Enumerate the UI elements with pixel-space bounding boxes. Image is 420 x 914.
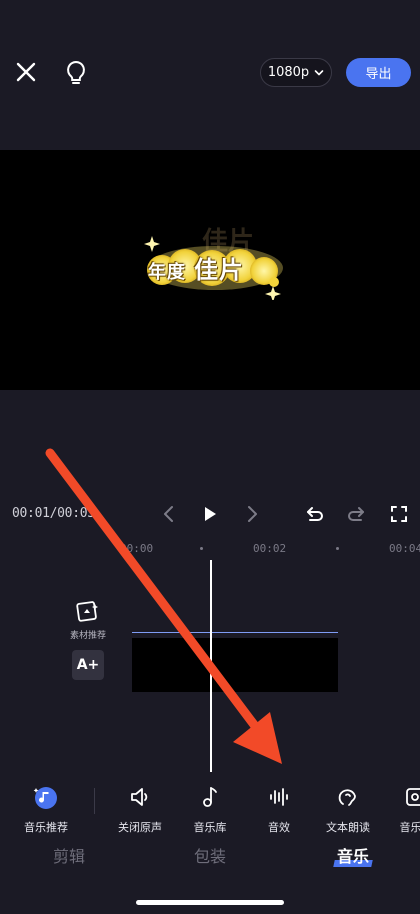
sound-wave-icon: [270, 788, 288, 806]
add-text-button[interactable]: A+: [72, 650, 104, 680]
redo-icon[interactable]: [345, 503, 367, 525]
music-note-icon: [203, 787, 217, 807]
material-recommend-button[interactable]: 素材推荐: [66, 598, 110, 641]
resolution-label: 1080p: [267, 65, 310, 80]
chevron-left-icon[interactable]: [158, 503, 180, 525]
sticker-text-b: 佳片: [194, 256, 244, 284]
music-recommend-icon: [33, 787, 57, 809]
ruler-tick-1: 00:02: [253, 542, 287, 555]
extract-audio-icon: [406, 788, 420, 806]
tab-package[interactable]: 包装: [194, 843, 226, 867]
add-text-label: A+: [76, 657, 100, 673]
speaker-mute-icon: [131, 788, 148, 806]
title-sticker[interactable]: 佳片 年度 佳片: [140, 220, 290, 300]
ruler-dot: [336, 547, 339, 550]
photo-stack-icon: [76, 601, 98, 622]
export-button[interactable]: 导出: [346, 58, 411, 87]
lightbulb-icon[interactable]: [60, 56, 92, 88]
tab-music[interactable]: 音乐: [337, 843, 369, 867]
ruler-dot: [200, 547, 203, 550]
text-to-speech-icon: [338, 789, 356, 806]
home-indicator: [136, 900, 284, 905]
time-readout: 00:01/00:03: [12, 506, 95, 521]
play-icon[interactable]: [199, 503, 221, 525]
material-recommend-label: 素材推荐: [69, 631, 106, 641]
audio-track-line: [132, 632, 338, 633]
ruler-tick-0: 00:00: [120, 542, 154, 555]
tool-label: 音乐提: [399, 821, 420, 834]
chevron-down-icon: [314, 69, 324, 75]
tool-music-recommend[interactable]: 音乐推荐: [4, 784, 88, 835]
chevron-right-icon[interactable]: [241, 503, 263, 525]
ruler-tick-2: 00:04: [389, 542, 420, 555]
tool-label: 音乐推荐: [24, 821, 68, 834]
close-icon[interactable]: [12, 58, 40, 86]
sticker-text-a: 年度: [148, 262, 186, 283]
tab-edit[interactable]: 剪辑: [53, 843, 85, 867]
resolution-dropdown[interactable]: 1080p: [260, 58, 332, 87]
playhead[interactable]: [210, 560, 212, 772]
export-label: 导出: [365, 67, 392, 82]
toolbar-divider: [94, 788, 95, 814]
video-clip[interactable]: [132, 638, 338, 692]
undo-icon[interactable]: [304, 503, 326, 525]
fullscreen-icon[interactable]: [388, 503, 410, 525]
sticker-text: 年度 佳片: [148, 250, 244, 285]
tool-extract-music[interactable]: 音乐提: [374, 784, 420, 835]
video-preview[interactable]: 佳片 年度 佳片: [0, 150, 420, 390]
